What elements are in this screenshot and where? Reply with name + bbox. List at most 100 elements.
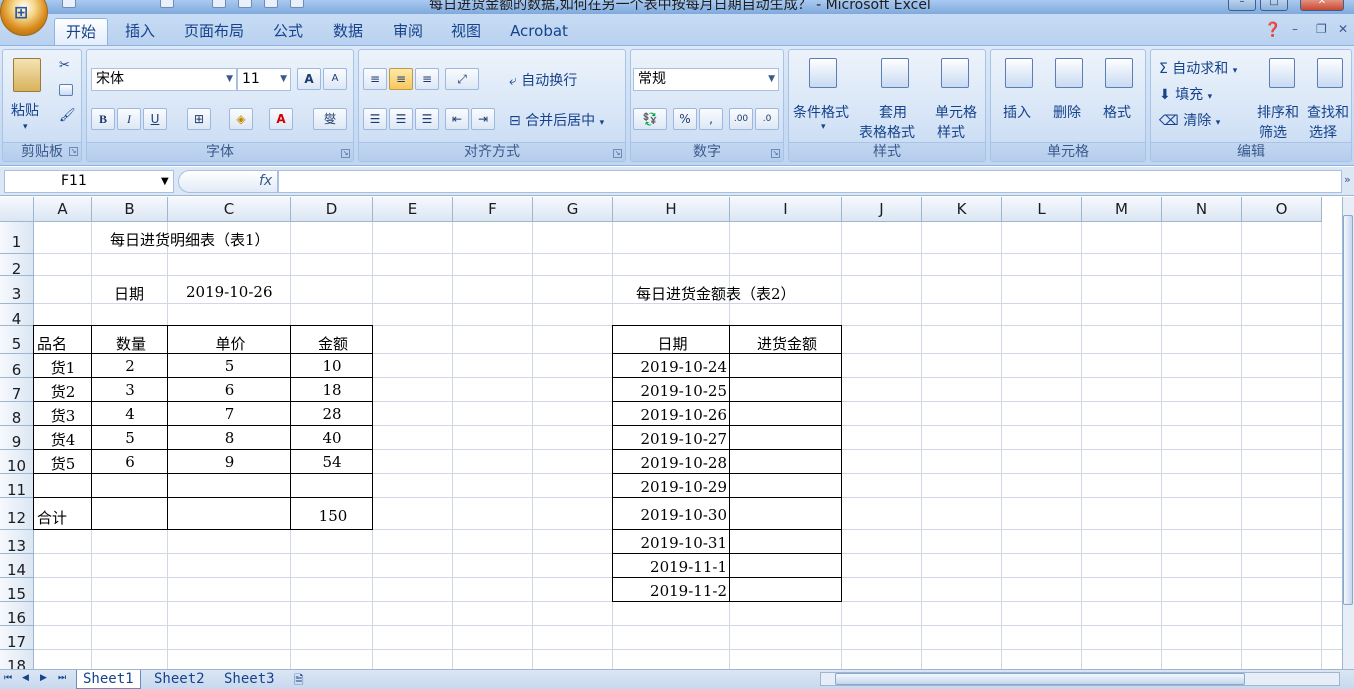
tab-acrobat[interactable]: Acrobat [502, 18, 576, 45]
table2-date[interactable]: 2019-10-25 [613, 382, 727, 400]
comma-button[interactable]: , [699, 108, 723, 130]
column-header-j[interactable]: J [842, 197, 922, 222]
delete-cells-button[interactable]: 删除 [1053, 102, 1081, 122]
row-header-5[interactable]: 5 [0, 326, 34, 354]
alignment-launcher-icon[interactable]: ↘ [613, 149, 622, 158]
decrease-indent-icon[interactable]: ⇤ [445, 108, 469, 130]
tab-data[interactable]: 数据 [322, 18, 374, 45]
table1-item-amount[interactable]: 54 [291, 453, 373, 471]
first-sheet-icon[interactable]: ⏮ [4, 673, 12, 683]
number-format-combo[interactable]: 常规 ▼ [633, 68, 779, 91]
sort-filter-button-line2[interactable]: 筛选 [1259, 122, 1287, 142]
column-header-n[interactable]: N [1162, 197, 1242, 222]
ribbon-minimize-icon[interactable]: – [1292, 22, 1298, 36]
table1-date-label[interactable]: 日期 [114, 283, 144, 304]
prev-sheet-icon[interactable]: ◀ [22, 673, 29, 683]
cell-style-icon[interactable] [941, 58, 969, 88]
align-middle-icon[interactable]: ≡ [389, 68, 413, 90]
worksheet-grid[interactable]: ABCDEFGHIJKLMNO 1 2 3 4 5 6 7 8 9 10 11 12 13 14 15 16 1… [0, 197, 1342, 669]
clear-button[interactable]: ⌫ 清除 ▾ [1159, 110, 1220, 130]
column-header-h[interactable]: H [613, 197, 730, 222]
row-header-8[interactable]: 8 [0, 402, 34, 427]
ribbon-restore-icon[interactable]: ❐ [1316, 22, 1327, 36]
row-header-3[interactable]: 3 [0, 276, 34, 304]
row-header-12[interactable]: 12 [0, 498, 34, 530]
table1-header-name[interactable]: 品名 [37, 333, 67, 354]
table-format-button-line2[interactable]: 表格格式 [859, 122, 915, 142]
table2-title[interactable]: 每日进货金额表（表2） [636, 283, 796, 304]
row-header-9[interactable]: 9 [0, 426, 34, 451]
save-icon[interactable] [62, 0, 76, 8]
column-header-i[interactable]: I [730, 197, 842, 222]
increase-decimal-button[interactable]: .00 [729, 108, 753, 130]
ribbon-close-icon[interactable]: ✕ [1338, 22, 1348, 36]
tab-formulas[interactable]: 公式 [262, 18, 314, 45]
column-header-g[interactable]: G [533, 197, 613, 222]
tab-page-layout[interactable]: 页面布局 [176, 18, 252, 45]
table1-item-price[interactable]: 8 [168, 429, 291, 447]
column-header-m[interactable]: M [1082, 197, 1162, 222]
table1-item-name[interactable]: 货2 [34, 381, 92, 402]
font-launcher-icon[interactable]: ↘ [341, 149, 350, 158]
percent-button[interactable]: % [673, 108, 697, 130]
format-painter-icon[interactable] [238, 0, 252, 8]
find-select-button-line1[interactable]: 查找和 [1307, 102, 1349, 122]
row-header-6[interactable]: 6 [0, 354, 34, 379]
table1-item-amount[interactable]: 28 [291, 405, 373, 423]
row-header-14[interactable]: 14 [0, 554, 34, 579]
table1-item-name[interactable]: 货1 [34, 357, 92, 378]
copy-icon[interactable] [59, 84, 73, 96]
tab-review[interactable]: 审阅 [382, 18, 434, 45]
table1-item-price[interactable]: 7 [168, 405, 291, 423]
minimize-button[interactable]: – [1228, 0, 1256, 11]
table2-date[interactable]: 2019-11-2 [613, 582, 727, 600]
phonetic-button[interactable]: 燮 [313, 108, 347, 130]
vertical-scroll-thumb[interactable] [1343, 215, 1353, 605]
sheet-tab-1[interactable]: Sheet1 [76, 670, 141, 689]
table1-header-amount[interactable]: 金额 [292, 333, 374, 354]
chevron-down-icon[interactable]: ▾ [821, 122, 826, 132]
font-size-combo[interactable]: 11 ▼ [237, 68, 291, 91]
table1-item-name[interactable]: 货4 [34, 429, 92, 450]
next-sheet-icon[interactable]: ▶ [40, 673, 47, 683]
sort-filter-button-line1[interactable]: 排序和 [1257, 102, 1299, 122]
paste-icon[interactable] [13, 58, 41, 92]
table2-header-date[interactable]: 日期 [614, 333, 731, 354]
column-header-e[interactable]: E [373, 197, 453, 222]
table1-title[interactable]: 每日进货明细表（表1） [110, 229, 270, 250]
table1-item-amount[interactable]: 18 [291, 381, 373, 399]
table1-header-price[interactable]: 单价 [169, 333, 292, 354]
tab-home[interactable]: 开始 [54, 18, 108, 45]
row-header-1[interactable]: 1 [0, 222, 34, 254]
chart-icon[interactable] [264, 0, 278, 8]
align-center-icon[interactable]: ☰ [389, 108, 413, 130]
row-header-16[interactable]: 16 [0, 602, 34, 627]
table2-date[interactable]: 2019-10-24 [613, 358, 727, 376]
align-left-icon[interactable]: ☰ [363, 108, 387, 130]
format-cells-icon[interactable] [1105, 58, 1133, 88]
table1-item-qty[interactable]: 4 [92, 405, 168, 423]
tab-insert[interactable]: 插入 [114, 18, 166, 45]
bold-button[interactable]: B [91, 108, 115, 130]
underline-button[interactable]: U [143, 108, 167, 130]
table1-item-price[interactable]: 5 [168, 357, 291, 375]
table-format-icon[interactable] [881, 58, 909, 88]
column-header-b[interactable]: B [92, 197, 168, 222]
table1-header-qty[interactable]: 数量 [93, 333, 169, 354]
column-header-d[interactable]: D [291, 197, 373, 222]
formula-input[interactable] [278, 170, 1342, 193]
table1-item-amount[interactable]: 10 [291, 357, 373, 375]
tab-view[interactable]: 视图 [440, 18, 492, 45]
find-select-button-line2[interactable]: 选择 [1309, 122, 1337, 142]
wrap-text-button[interactable]: ⤶ 自动换行 [509, 70, 577, 90]
align-right-icon[interactable]: ☰ [415, 108, 439, 130]
cell-style-button-line2[interactable]: 样式 [937, 122, 965, 142]
insert-function-button[interactable]: fx [178, 170, 278, 193]
table1-item-qty[interactable]: 6 [92, 453, 168, 471]
table1-date-value[interactable]: 2019-10-26 [186, 283, 272, 301]
clipboard-launcher-icon[interactable]: ↘ [69, 147, 78, 156]
table2-header-amount[interactable]: 进货金额 [731, 333, 843, 354]
font-name-combo[interactable]: 宋体 ▼ [91, 68, 237, 91]
cell-style-button-line1[interactable]: 单元格 [935, 102, 977, 122]
table-format-button-line1[interactable]: 套用 [879, 102, 907, 122]
